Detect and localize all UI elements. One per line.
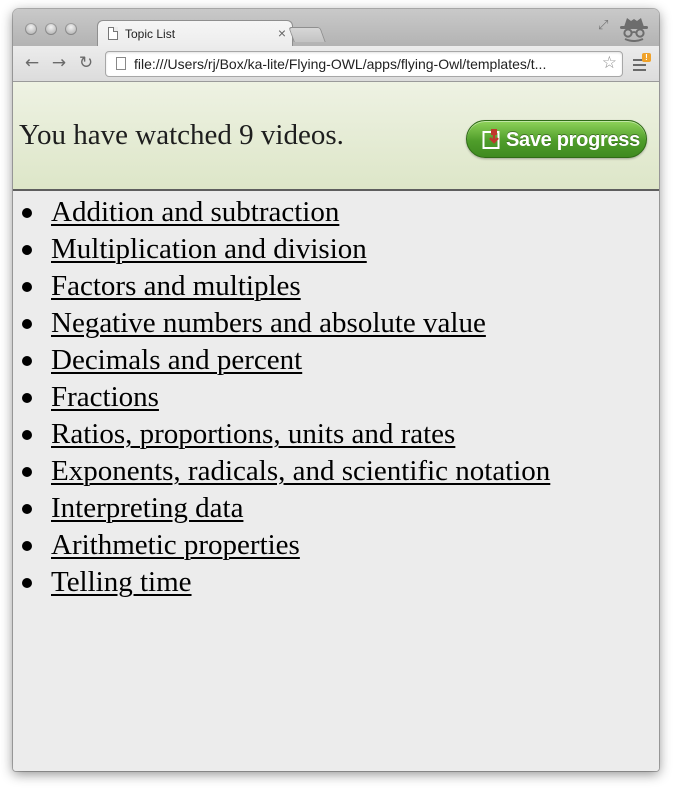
- new-tab-button[interactable]: [288, 27, 326, 42]
- page-icon: [116, 57, 126, 70]
- topic-link[interactable]: Addition and subtraction: [51, 194, 339, 231]
- topic-link[interactable]: Exponents, radicals, and scientific nota…: [51, 453, 550, 490]
- topic-link[interactable]: Fractions: [51, 379, 159, 416]
- wrench-menu-icon[interactable]: !: [633, 53, 653, 76]
- bullet-icon: [22, 356, 32, 366]
- browser-toolbar: ← → ↻ file:///Users/rj/Box/ka-lite/Flyin…: [13, 46, 659, 82]
- back-button[interactable]: ←: [20, 52, 44, 74]
- save-progress-button[interactable]: Save progress: [466, 120, 647, 158]
- bullet-icon: [22, 541, 32, 551]
- reload-button[interactable]: ↻: [74, 52, 98, 74]
- bullet-icon: [22, 504, 32, 514]
- zoom-window-button[interactable]: [65, 23, 77, 35]
- close-window-button[interactable]: [25, 23, 37, 35]
- bookmark-star-icon[interactable]: ☆: [602, 53, 617, 73]
- bullet-icon: [22, 319, 32, 329]
- minimize-window-button[interactable]: [45, 23, 57, 35]
- tab-close-icon[interactable]: ×: [278, 23, 286, 43]
- address-url[interactable]: file:///Users/rj/Box/ka-lite/Flying-OWL/…: [134, 56, 594, 72]
- tab-title: Topic List: [125, 27, 176, 41]
- browser-window: Topic List × ⤢ ← → ↻ file:///Users/rj/Bo…: [13, 9, 659, 771]
- address-bar[interactable]: file:///Users/rj/Box/ka-lite/Flying-OWL/…: [105, 51, 623, 77]
- topic-link[interactable]: Telling time: [51, 564, 192, 601]
- bullet-icon: [22, 282, 32, 292]
- incognito-icon: [620, 18, 648, 42]
- tab-topic-list[interactable]: Topic List ×: [97, 20, 293, 47]
- save-progress-label: Save progress: [506, 129, 640, 151]
- update-badge: !: [642, 53, 651, 62]
- bullet-icon: [22, 245, 32, 255]
- bullet-icon: [22, 578, 32, 588]
- topic-link[interactable]: Multiplication and division: [51, 231, 367, 268]
- topic-link[interactable]: Arithmetic properties: [51, 527, 300, 564]
- topic-link[interactable]: Interpreting data: [51, 490, 243, 527]
- topic-link[interactable]: Ratios, proportions, units and rates: [51, 416, 455, 453]
- document-icon: [108, 27, 118, 40]
- forward-button[interactable]: →: [47, 52, 71, 74]
- topic-link[interactable]: Factors and multiples: [51, 268, 301, 305]
- page-content: You have watched 9 videos. Save progress…: [13, 82, 659, 771]
- bullet-icon: [22, 393, 32, 403]
- videos-watched-text: You have watched 9 videos.: [19, 119, 344, 151]
- progress-header: You have watched 9 videos. Save progress: [13, 82, 659, 191]
- save-download-icon: [482, 129, 500, 149]
- resize-fullscreen-icon[interactable]: ⤢: [598, 18, 608, 33]
- topic-link[interactable]: Negative numbers and absolute value: [51, 305, 486, 342]
- bullet-icon: [22, 430, 32, 440]
- bullet-icon: [22, 208, 32, 218]
- topic-link[interactable]: Decimals and percent: [51, 342, 302, 379]
- tab-strip: Topic List × ⤢: [13, 9, 659, 47]
- bullet-icon: [22, 467, 32, 477]
